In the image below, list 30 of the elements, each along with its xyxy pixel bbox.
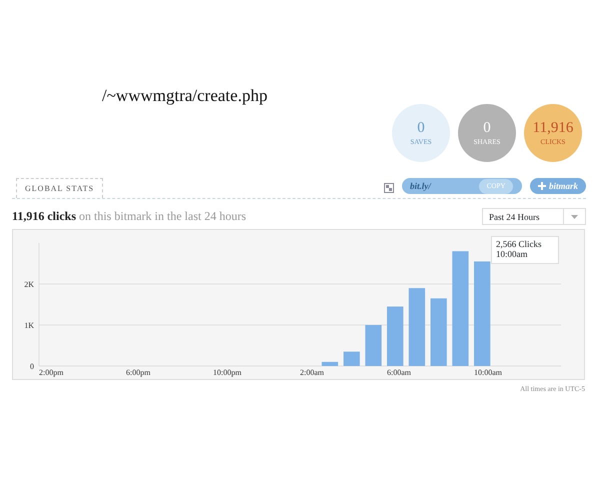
bar[interactable] [344, 352, 360, 366]
bar[interactable] [452, 252, 469, 366]
bar[interactable] [387, 306, 404, 366]
x-axis-label: 2:00am [300, 368, 324, 378]
stat-value: 11,916 [532, 120, 574, 136]
bar[interactable] [322, 362, 338, 366]
x-axis-label: 10:00am [474, 368, 502, 378]
x-axis-label: 6:00am [387, 368, 411, 378]
x-axis-label: 2:00pm [39, 368, 64, 378]
bar[interactable] [408, 288, 426, 366]
plus-icon [538, 182, 546, 190]
bar[interactable] [430, 298, 447, 366]
page-title: /~wwwmgtra/create.php [101, 86, 268, 106]
tab[interactable]: GLOBAL STATS [16, 178, 104, 198]
caret-icon [571, 214, 578, 219]
stat-value: 0 [417, 120, 425, 136]
bar[interactable] [474, 262, 490, 366]
bitmark-button[interactable]: bitmark [530, 178, 586, 194]
x-axis-label: 10:00pm [213, 368, 242, 378]
period-select[interactable]: Past 24 Hours [482, 208, 586, 226]
click-summary: 11,916 clicks on this bitmark in the last 24 hours [12, 208, 246, 226]
y-axis-label: 2K [24, 280, 34, 290]
stat-value: 0 [483, 120, 491, 136]
tooltip-time: 10:00am [496, 250, 528, 260]
image-icon[interactable] [384, 183, 394, 194]
y-axis-label: 1K [24, 321, 34, 330]
y-axis-label: 0 [30, 362, 34, 372]
bar[interactable] [365, 325, 382, 366]
x-axis-label: 6:00pm [126, 368, 150, 378]
tooltip-clicks: 2,566 Clicks [496, 240, 543, 250]
